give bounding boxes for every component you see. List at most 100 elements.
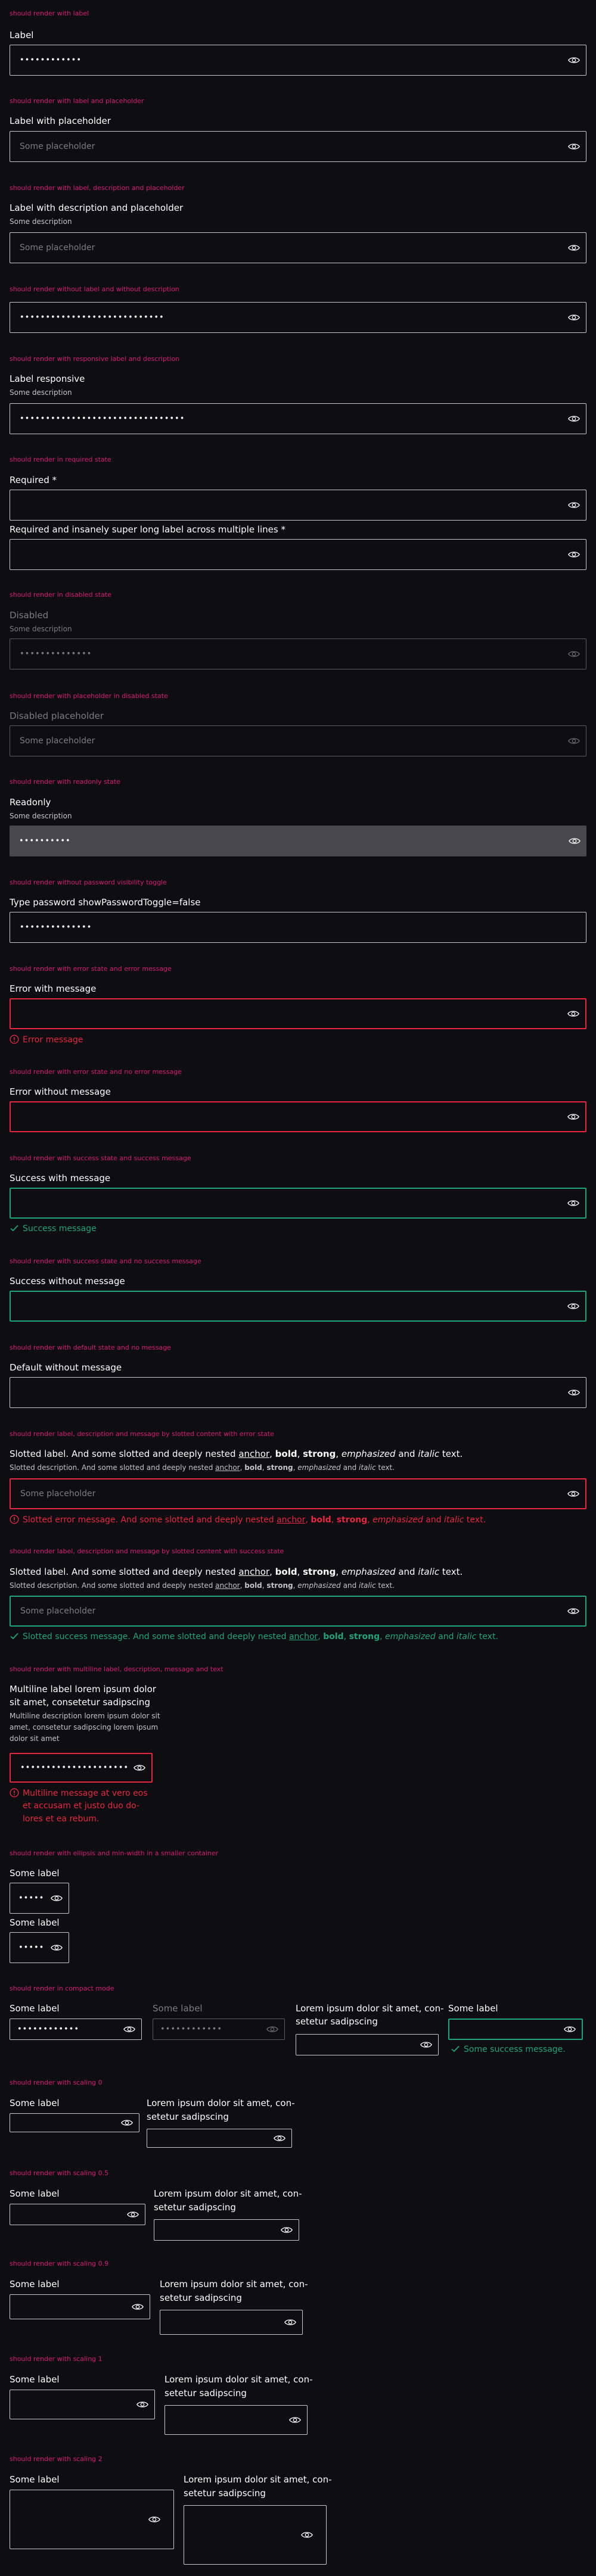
password-input[interactable] (10, 2294, 150, 2319)
password-input-readonly[interactable]: •••••••••• (10, 826, 586, 856)
password-input-error[interactable] (10, 998, 586, 1029)
check-icon (451, 2045, 460, 2052)
anchor-link[interactable]: anchor (215, 1463, 240, 1472)
field-label: Default without message (10, 1362, 122, 1373)
password-input[interactable] (10, 2204, 145, 2225)
anchor-link[interactable]: anchor (238, 1566, 269, 1577)
password-input[interactable] (10, 1377, 586, 1408)
field-label-line: setetur sadipscing (184, 2488, 266, 2499)
password-input-error[interactable]: ••••••••••••••••••••••••••••••• (10, 1753, 153, 1783)
password-input-disabled: •••••••••••••• (10, 638, 586, 669)
section-title: should render with placeholder in disabl… (10, 692, 168, 700)
eye-icon[interactable] (123, 2025, 135, 2033)
placeholder-text: Some placeholder (20, 243, 95, 253)
password-input[interactable]: •••••••••••• (10, 45, 586, 76)
eye-icon[interactable] (132, 2303, 144, 2311)
password-input[interactable]: •••••••••••••• (10, 912, 586, 943)
password-input[interactable]: ••••• (10, 1883, 69, 1914)
check-icon (10, 1633, 18, 1640)
password-value: •••••••••• (19, 836, 71, 846)
field-label: Some label (10, 2279, 60, 2290)
section-title: should render with scaling 2 (10, 2455, 103, 2463)
eye-icon[interactable] (289, 2416, 301, 2424)
section-title: should render with responsive label and … (10, 355, 180, 363)
password-input[interactable] (10, 2390, 155, 2419)
password-input[interactable]: ••••• (10, 1932, 69, 1963)
slotted-description: Slotted description. And some slotted an… (10, 1581, 395, 1590)
eye-icon[interactable] (567, 1302, 579, 1310)
anchor-link[interactable]: anchor (289, 1632, 318, 1641)
password-value: •••••••••••• (160, 2024, 223, 2034)
field-label-line: setetur sadipscing (154, 2202, 236, 2213)
field-label: Some label (448, 2003, 498, 2014)
password-input[interactable] (164, 2405, 308, 2435)
anchor-link[interactable]: anchor (215, 1581, 240, 1590)
field-description: Some description (10, 388, 72, 397)
error-message: Error message (10, 1035, 83, 1045)
eye-icon[interactable] (567, 1113, 579, 1121)
password-input-error[interactable] (10, 1101, 586, 1132)
eye-icon[interactable] (568, 501, 580, 509)
password-input-compact-success[interactable] (448, 2019, 583, 2040)
section-title: should render with label, description an… (10, 184, 185, 192)
eye-icon[interactable] (568, 142, 580, 151)
password-input[interactable] (160, 2310, 303, 2335)
error-message: Slotted error message. And some slotted … (10, 1515, 486, 1525)
password-input[interactable] (10, 2490, 174, 2549)
multiline-label-line: Multiline label lorem ipsum dolor (10, 1684, 156, 1695)
password-input[interactable] (154, 2219, 299, 2241)
password-input-success[interactable] (10, 1291, 586, 1322)
section-title: should render label, description and mes… (10, 1547, 284, 1555)
password-input[interactable] (10, 490, 586, 521)
password-input[interactable]: Some placeholder (10, 131, 586, 162)
eye-icon[interactable] (568, 56, 580, 64)
eye-icon[interactable] (567, 1010, 579, 1018)
eye-icon[interactable] (121, 2119, 133, 2127)
error-message-line: Multiline message at vero eos (23, 1789, 148, 1798)
password-value: •••••••••••••••••••••••••••• (20, 313, 164, 322)
eye-icon[interactable] (420, 2041, 432, 2049)
eye-icon[interactable] (564, 2025, 576, 2033)
eye-icon[interactable] (567, 1607, 579, 1615)
eye-icon[interactable] (567, 1490, 579, 1498)
password-input[interactable] (10, 2113, 139, 2132)
eye-icon[interactable] (134, 1764, 145, 1772)
password-input-compact[interactable] (296, 2034, 439, 2055)
password-value: ••••• (18, 1893, 45, 1903)
eye-icon[interactable] (567, 1199, 579, 1207)
eye-icon[interactable] (568, 415, 580, 423)
field-label: Error without message (10, 1086, 111, 1097)
eye-icon[interactable] (301, 2531, 313, 2539)
password-input[interactable] (147, 2129, 292, 2148)
eye-icon[interactable] (284, 2318, 296, 2326)
password-input-compact[interactable]: •••••••••••• (10, 2019, 142, 2040)
password-input-success[interactable]: Some placeholder (10, 1596, 586, 1627)
password-input[interactable]: •••••••••••••••••••••••••••••••• (10, 403, 586, 434)
eye-icon[interactable] (568, 550, 580, 559)
eye-icon[interactable] (569, 837, 581, 845)
eye-icon[interactable] (127, 2210, 139, 2219)
password-input[interactable]: Some placeholder (10, 232, 586, 263)
eye-icon[interactable] (568, 313, 580, 322)
password-input[interactable] (10, 539, 586, 570)
password-input-success[interactable] (10, 1188, 586, 1219)
anchor-link[interactable]: anchor (277, 1515, 305, 1525)
field-label-line: Lorem ipsum dolor sit amet, con- (184, 2474, 332, 2485)
eye-icon[interactable] (281, 2226, 293, 2234)
password-value: •••••••••••••••••••••••••••••••• (20, 414, 185, 423)
password-input-error[interactable]: Some placeholder (10, 1478, 586, 1509)
eye-icon[interactable] (51, 1894, 63, 1902)
eye-icon[interactable] (51, 1943, 63, 1952)
password-input[interactable] (184, 2505, 327, 2565)
error-message-line: et accusam et justo duo do- (23, 1801, 140, 1811)
eye-icon[interactable] (136, 2400, 148, 2409)
eye-icon[interactable] (274, 2134, 285, 2142)
success-message: Some success message. (451, 2045, 566, 2054)
password-input[interactable]: •••••••••••••••••••••••••••• (10, 302, 586, 333)
eye-icon[interactable] (148, 2515, 160, 2524)
multiline-label-line: sit amet, consetetur sadipscing (10, 1697, 150, 1708)
eye-icon[interactable] (568, 1388, 580, 1397)
eye-icon[interactable] (568, 244, 580, 252)
field-label-line: Lorem ipsum dolor sit amet, con- (154, 2188, 302, 2199)
anchor-link[interactable]: anchor (238, 1449, 269, 1459)
